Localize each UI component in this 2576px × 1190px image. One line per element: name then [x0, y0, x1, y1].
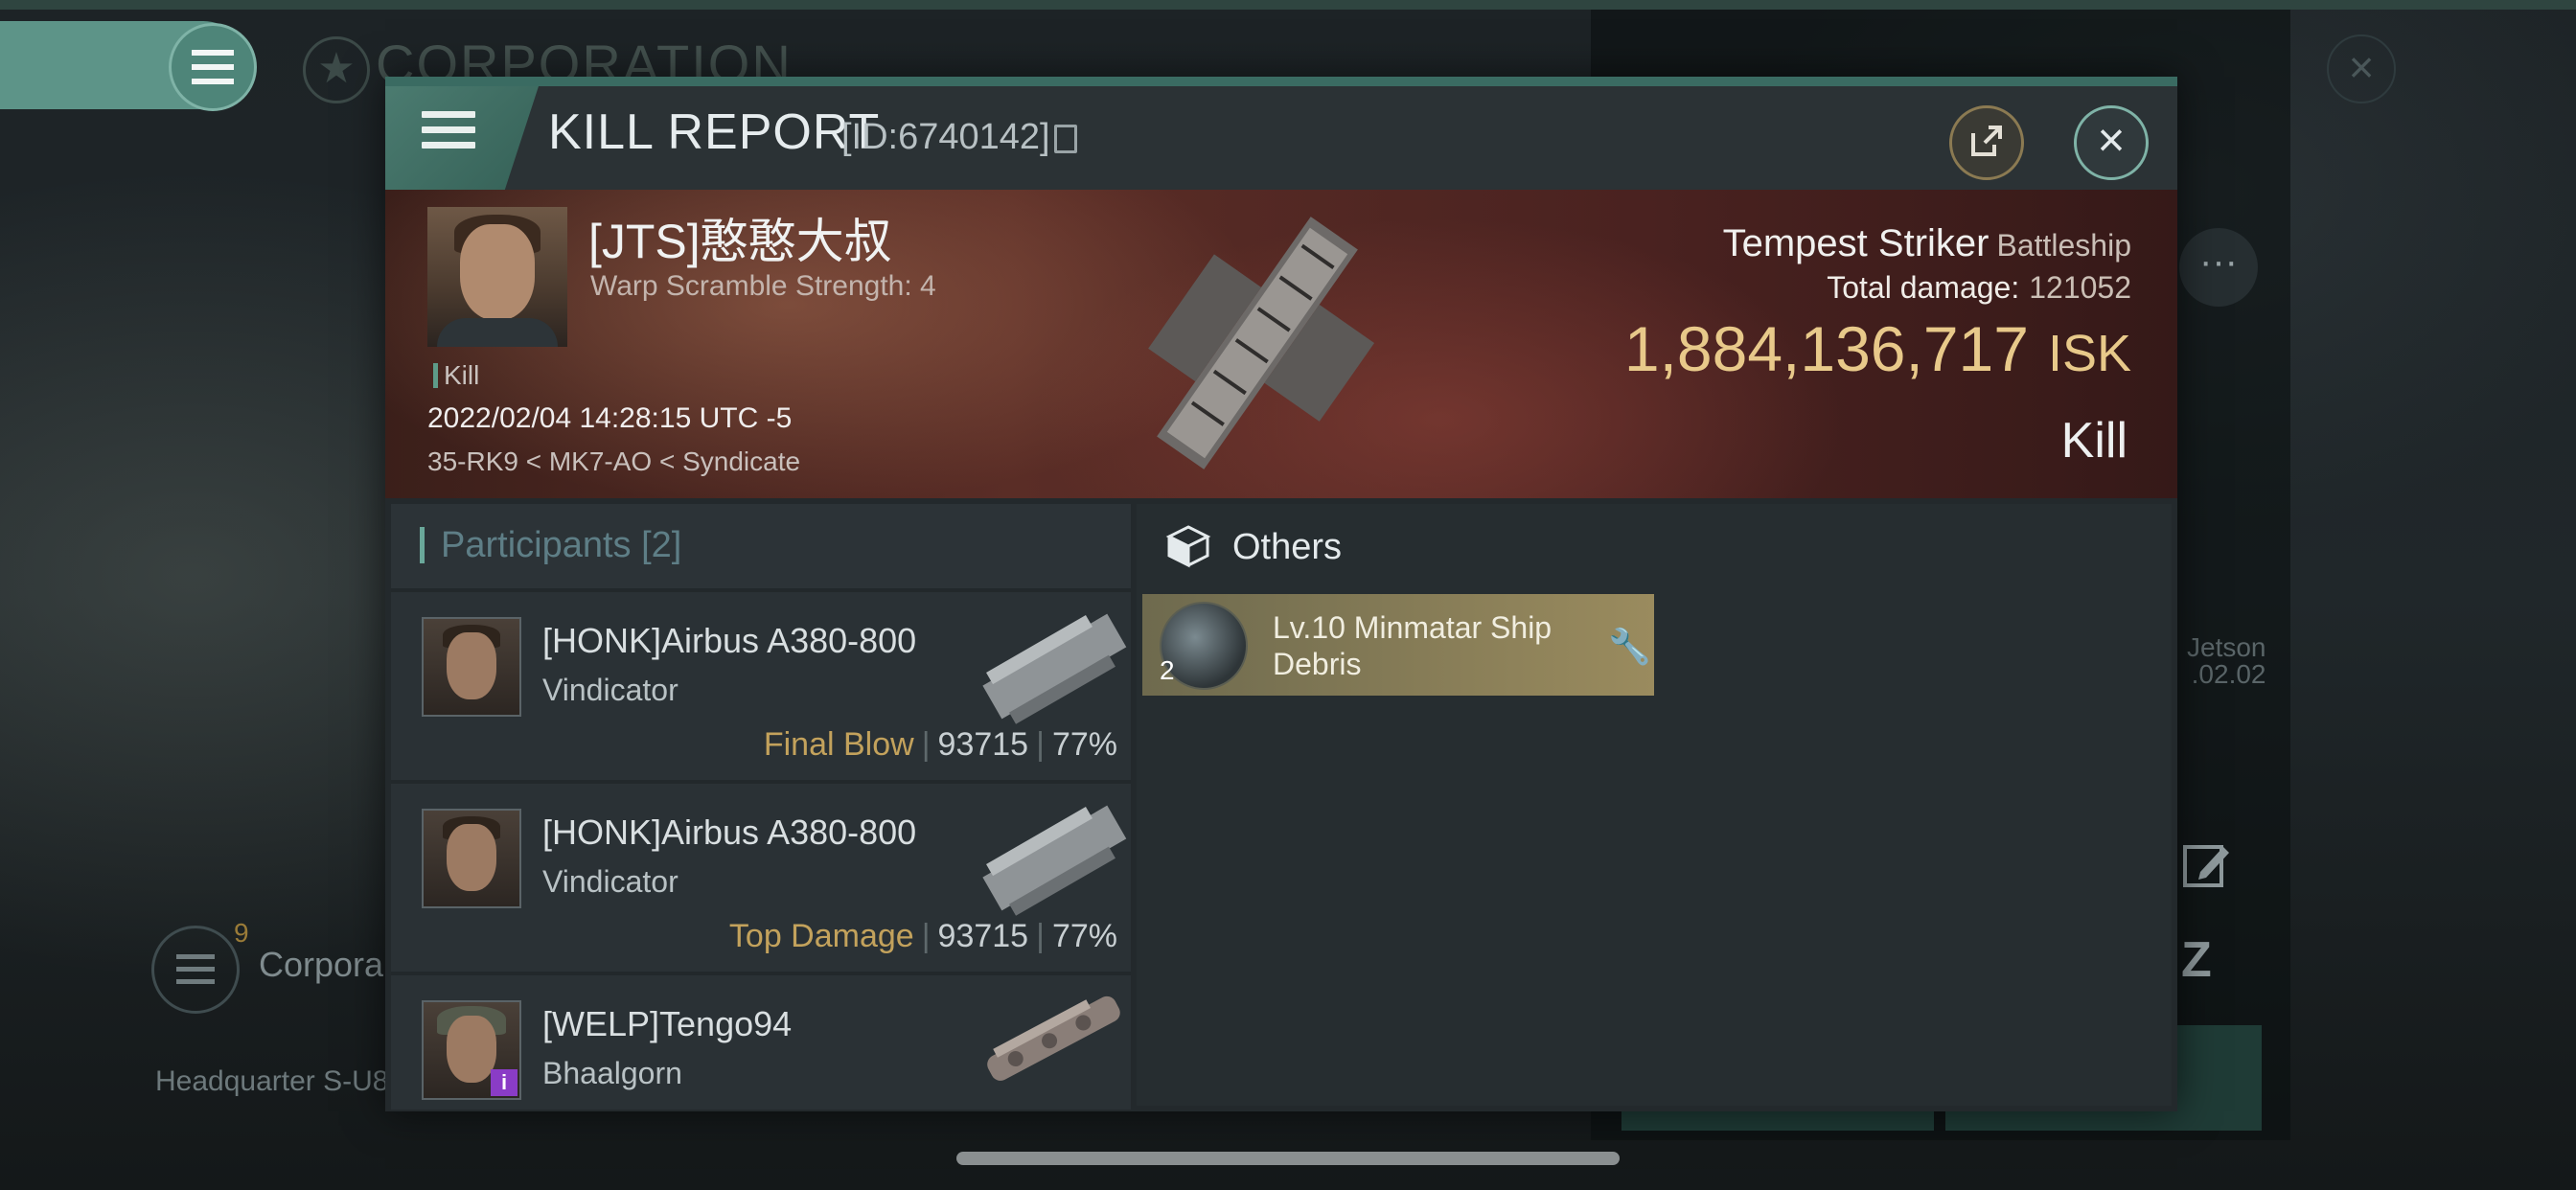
kill-datetime: 2022/02/04 14:28:15 UTC -5 [427, 402, 793, 434]
participants-header: Participants [2] [391, 504, 1131, 588]
total-damage-value: 121052 [2029, 270, 2131, 305]
jetson-line-1: Jetson [2187, 632, 2266, 662]
participant-ship-image [987, 995, 1120, 1081]
participant-ship-image [982, 613, 1127, 724]
participant-percent: 77% [1051, 918, 1117, 954]
kill-report-modal: KILL REPORT [ID:6740142] × [JTS]憨憨大叔 War… [385, 77, 2177, 1111]
participant-ship-image [982, 805, 1127, 916]
isk-value-line: 1,884,136,717 ISK [1624, 312, 2131, 385]
participant-portrait[interactable] [422, 617, 521, 717]
others-title: Others [1232, 527, 1343, 567]
participant-ship: Bhaalgorn [542, 1056, 682, 1090]
wrench-icon: 🔧 [1608, 627, 1651, 666]
more-options-icon[interactable]: ··· [2179, 228, 2258, 307]
victim-name[interactable]: [JTS]憨憨大叔 [588, 203, 892, 272]
settings-z-icon[interactable]: Z [2181, 931, 2212, 989]
participant-portrait[interactable]: i [422, 1000, 521, 1100]
kill-report-title: KILL REPORT [548, 104, 881, 160]
ship-name[interactable]: Tempest Striker [1723, 222, 1990, 264]
isk-value: 1,884,136,717 [1623, 313, 2029, 384]
loot-item[interactable]: 2 Lv.10 Minmatar Ship Debris 🔧 [1142, 594, 1654, 696]
participant-damage: 93715 [937, 918, 1029, 954]
total-damage-label: Total damage: [1827, 270, 2020, 305]
modal-top-accent [385, 77, 2177, 86]
participants-label: Participants [2] [441, 525, 681, 566]
modal-header: KILL REPORT [ID:6740142] × [385, 86, 2177, 190]
background-jetson-text: Jetson .02.02 [2187, 634, 2266, 688]
home-indicator[interactable] [956, 1152, 1620, 1165]
participant-name: [HONK]Airbus A380-800 [542, 812, 917, 852]
menu-icon [422, 111, 475, 157]
corporation-badge: 9 [234, 918, 249, 948]
corporation-star-icon: ★ [303, 36, 370, 103]
victim-banner: [JTS]憨憨大叔 Warp Scramble Strength: 4 Kill… [385, 190, 2177, 498]
isk-unit: ISK [2047, 325, 2131, 382]
close-icon[interactable]: × [2074, 105, 2149, 180]
ship-class: Battleship [1996, 228, 2131, 263]
ship-name-line: Tempest Striker Battleship [1723, 222, 2131, 265]
kill-tag: Kill [433, 360, 479, 391]
victim-portrait[interactable] [427, 207, 567, 347]
participant-percent: 77% [1051, 726, 1117, 763]
participant-damage: 93715 [937, 726, 1029, 763]
headquarter-label: Headquarter S-U8 [155, 1065, 389, 1097]
victim-subtitle: Warp Scramble Strength: 4 [590, 270, 936, 302]
participant-row[interactable]: [HONK]Airbus A380-800 Vindicator Top Dam… [391, 780, 1131, 972]
share-icon[interactable] [1949, 105, 2024, 180]
participant-ship: Vindicator [542, 673, 678, 707]
item-quantity: 2 [1160, 655, 1175, 685]
participants-title: Participants [441, 525, 632, 565]
victim-ship-image[interactable] [1133, 199, 1382, 487]
participant-ship: Vindicator [542, 864, 678, 899]
header-menu-button[interactable] [385, 86, 539, 190]
menu-icon [176, 954, 215, 984]
copy-icon[interactable] [1054, 125, 1077, 153]
jetson-line-2: .02.02 [2191, 659, 2266, 689]
participant-role: Top Damage [728, 918, 914, 954]
corporation-menu-button[interactable] [151, 926, 240, 1014]
edit-icon[interactable] [2181, 839, 2231, 889]
participant-name: [WELP]Tengo94 [542, 1004, 793, 1043]
participant-stats: Top Damage | 93715 | 77% [728, 918, 1117, 954]
info-badge-icon[interactable]: i [491, 1069, 518, 1096]
total-damage-line: Total damage: 121052 [1827, 270, 2131, 306]
participant-row[interactable]: i [WELP]Tengo94 Bhaalgorn [391, 972, 1131, 1110]
kill-result: Kill [2060, 413, 2128, 469]
top-status-bar [0, 0, 2576, 10]
participant-role: Final Blow [763, 726, 914, 763]
participant-name: [HONK]Airbus A380-800 [542, 621, 917, 660]
participant-stats: Final Blow | 93715 | 77% [763, 726, 1117, 763]
corporation-label: Corpora [259, 945, 384, 984]
main-menu-button[interactable] [169, 23, 257, 111]
report-id: [ID:6740142] [841, 117, 1050, 157]
item-name: Lv.10 Minmatar Ship Debris [1273, 610, 1552, 681]
participants-header-accent [420, 527, 425, 563]
participants-count: [2] [641, 525, 682, 565]
cube-icon [1165, 525, 1211, 568]
background-close-icon[interactable]: × [2327, 34, 2396, 103]
others-panel: Others 2 Lv.10 Minmatar Ship Debris 🔧 [1137, 504, 2172, 1106]
participant-row[interactable]: [HONK]Airbus A380-800 Vindicator Final B… [391, 588, 1131, 780]
participants-panel: Participants [2] [HONK]Airbus A380-800 V… [391, 504, 1131, 1110]
participant-portrait[interactable] [422, 809, 521, 908]
kill-location[interactable]: 35-RK9 < MK7-AO < Syndicate [427, 446, 800, 477]
others-header: Others [1137, 504, 2172, 588]
menu-icon [192, 50, 234, 84]
